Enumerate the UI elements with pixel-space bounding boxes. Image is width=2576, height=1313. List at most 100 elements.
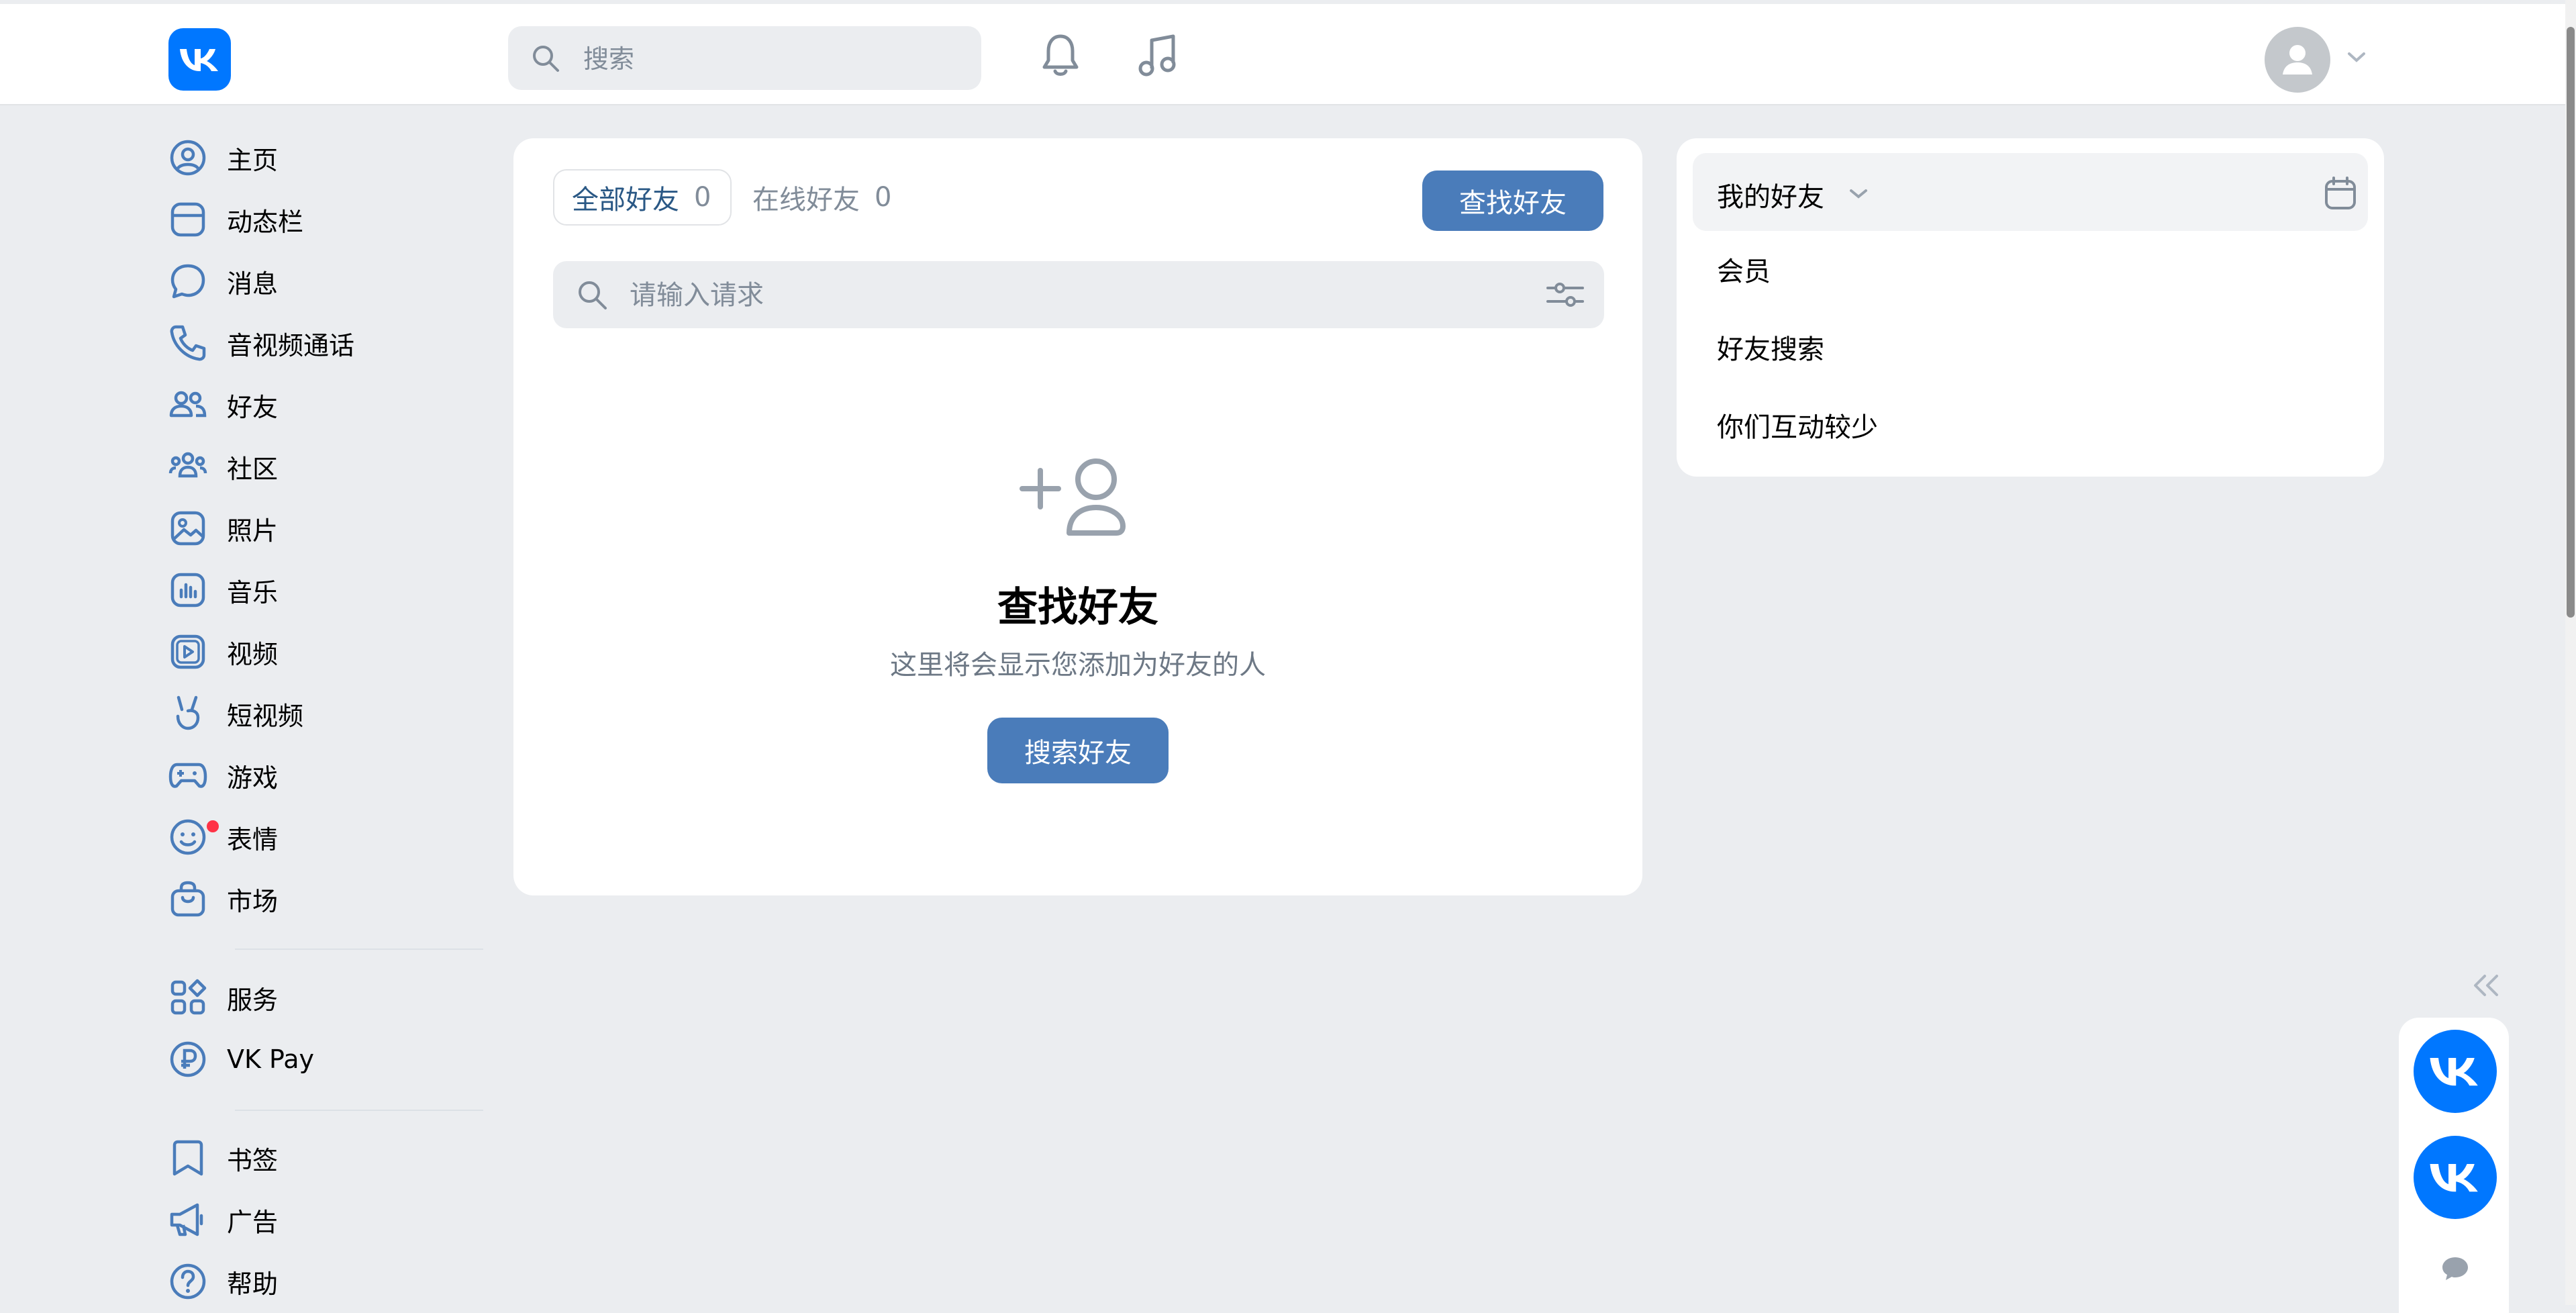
vk-logo-icon [2430, 1164, 2478, 1192]
vk-logo[interactable] [168, 28, 231, 91]
sidebar-item-label: 书签 [227, 1145, 279, 1175]
sidebar-item-label: 广告 [227, 1207, 279, 1237]
chevron-down-icon[interactable] [2346, 51, 2367, 64]
user-circle-icon [168, 132, 219, 183]
filter-sliders-icon[interactable] [1545, 276, 1585, 313]
vk-logo-icon [2430, 1058, 2478, 1086]
calendar-icon[interactable] [2324, 176, 2357, 211]
my-friends-label: 我的好友 [1717, 182, 1824, 213]
sidebar-item-help[interactable]: 帮助 [168, 1255, 483, 1308]
chat-bubble-icon[interactable] [2440, 1255, 2470, 1282]
sidebar-item-label: 照片 [227, 516, 279, 546]
notification-dot [205, 818, 221, 834]
sidebar-item-label: 消息 [227, 269, 279, 299]
header-search-input[interactable] [582, 26, 960, 91]
bell-icon[interactable] [1039, 32, 1082, 79]
empty-state-subtitle: 这里将会显示您添加为好友的人 [890, 650, 1266, 681]
sidebar-item-label: 音视频通话 [227, 330, 355, 360]
friends-search-box[interactable] [553, 261, 1604, 330]
sidebar-item-label: 市场 [227, 886, 279, 916]
sidebar-item-label: 表情 [227, 824, 279, 855]
quick-chat-vk-1[interactable] [2414, 1030, 2497, 1113]
sidebar-item-label: 帮助 [227, 1269, 279, 1299]
music-note-icon[interactable] [1136, 32, 1179, 79]
avatar[interactable] [2265, 27, 2330, 93]
search-icon [533, 46, 559, 72]
filter-item-friend-search[interactable]: 好友搜索 [1717, 328, 1824, 367]
video-icon [168, 626, 219, 677]
user-silhouette-icon [2283, 45, 2312, 75]
quick-chat-vk-2[interactable] [2414, 1136, 2497, 1219]
message-bubble-icon [168, 256, 219, 307]
sidebar-item-label: VK Pay [227, 1044, 314, 1074]
friends-filter-panel: 我的好友 会员 好友搜索 你们互动较少 [1677, 138, 2384, 477]
empty-state-title: 查找好友 [997, 584, 1158, 631]
sidebar-item-games[interactable]: 游戏 [168, 748, 483, 802]
sidebar-divider [235, 949, 483, 950]
tab-count: 0 [875, 182, 892, 213]
search-friends-button[interactable]: 搜索好友 [987, 718, 1169, 783]
quick-chats-panel [2399, 1018, 2509, 1313]
sidebar-item-friends[interactable]: 好友 [168, 378, 483, 432]
sidebar-item-label: 短视频 [227, 701, 304, 731]
header-search-box[interactable] [508, 26, 981, 91]
sidebar-divider [235, 1110, 483, 1111]
sidebar-item-label: 好友 [227, 392, 279, 422]
sidebar-item-vkpay[interactable]: VK Pay [168, 1032, 483, 1086]
friends-icon [168, 379, 219, 430]
clips-icon [168, 688, 219, 739]
sidebar-item-stickers[interactable]: 表情 [168, 810, 483, 864]
sidebar-item-label: 音乐 [227, 577, 279, 607]
sidebar-item-label: 服务 [227, 985, 279, 1015]
find-friends-button[interactable]: 查找好友 [1422, 171, 1603, 231]
sidebar-item-music[interactable]: 音乐 [168, 563, 483, 617]
friends-search-input[interactable] [628, 261, 1503, 330]
phone-icon [168, 318, 219, 369]
sidebar-item-messages[interactable]: 消息 [168, 254, 483, 308]
services-icon [168, 972, 219, 1023]
megaphone-icon [168, 1194, 219, 1245]
sidebar-item-label: 主页 [227, 145, 279, 175]
photo-icon [168, 503, 219, 554]
sidebar-item-bookmarks[interactable]: 书签 [168, 1131, 483, 1185]
sidebar-item-label: 视频 [227, 639, 279, 669]
sidebar-item-services[interactable]: 服务 [168, 971, 483, 1024]
chevron-down-icon [1850, 189, 1867, 199]
sidebar-item-photos[interactable]: 照片 [168, 501, 483, 555]
scrollbar-thumb[interactable] [2567, 27, 2575, 618]
shopping-bag-icon [168, 873, 219, 924]
tab-all-friends[interactable]: 全部好友 0 [553, 169, 732, 226]
ruble-icon [168, 1034, 219, 1085]
friends-card: 全部好友 0 在线好友 0 查找好友 查找好友 这里将会显示您添加为好友的人 搜… [513, 138, 1642, 895]
sidebar-item-home[interactable]: 主页 [168, 131, 483, 185]
help-icon [168, 1256, 219, 1307]
sidebar-item-community[interactable]: 社区 [168, 440, 483, 493]
gamepad-icon [168, 750, 219, 801]
sidebar-item-ads[interactable]: 广告 [168, 1193, 483, 1247]
tab-label: 全部好友 [572, 185, 679, 215]
tab-online-friends[interactable]: 在线好友 0 [735, 169, 916, 226]
search-icon [579, 281, 607, 309]
sidebar-item-calls[interactable]: 音视频通话 [168, 316, 483, 370]
sidebar-item-label: 动态栏 [227, 207, 304, 237]
my-friends-dropdown[interactable]: 我的好友 [1693, 153, 2368, 231]
sidebar-item-market[interactable]: 市场 [168, 872, 483, 926]
sidebar-item-video[interactable]: 视频 [168, 625, 483, 679]
sidebar-item-label: 社区 [227, 454, 279, 484]
vk-logo-icon [179, 48, 218, 71]
add-user-icon [1020, 458, 1126, 536]
smile-icon [168, 812, 221, 863]
filter-item-less-interaction[interactable]: 你们互动较少 [1717, 405, 1878, 444]
newsfeed-icon [168, 194, 219, 245]
collapse-double-chevron-icon[interactable] [2471, 972, 2501, 999]
sidebar-item-label: 游戏 [227, 763, 279, 793]
filter-item-members[interactable]: 会员 [1717, 250, 1771, 289]
bookmark-icon [168, 1132, 219, 1183]
tab-label: 在线好友 [752, 185, 860, 215]
sidebar-item-clips[interactable]: 短视频 [168, 687, 483, 740]
top-header [0, 4, 2565, 105]
sidebar-item-news[interactable]: 动态栏 [168, 193, 483, 246]
music-icon [168, 565, 219, 616]
community-icon [168, 441, 219, 492]
tab-count: 0 [694, 182, 711, 213]
